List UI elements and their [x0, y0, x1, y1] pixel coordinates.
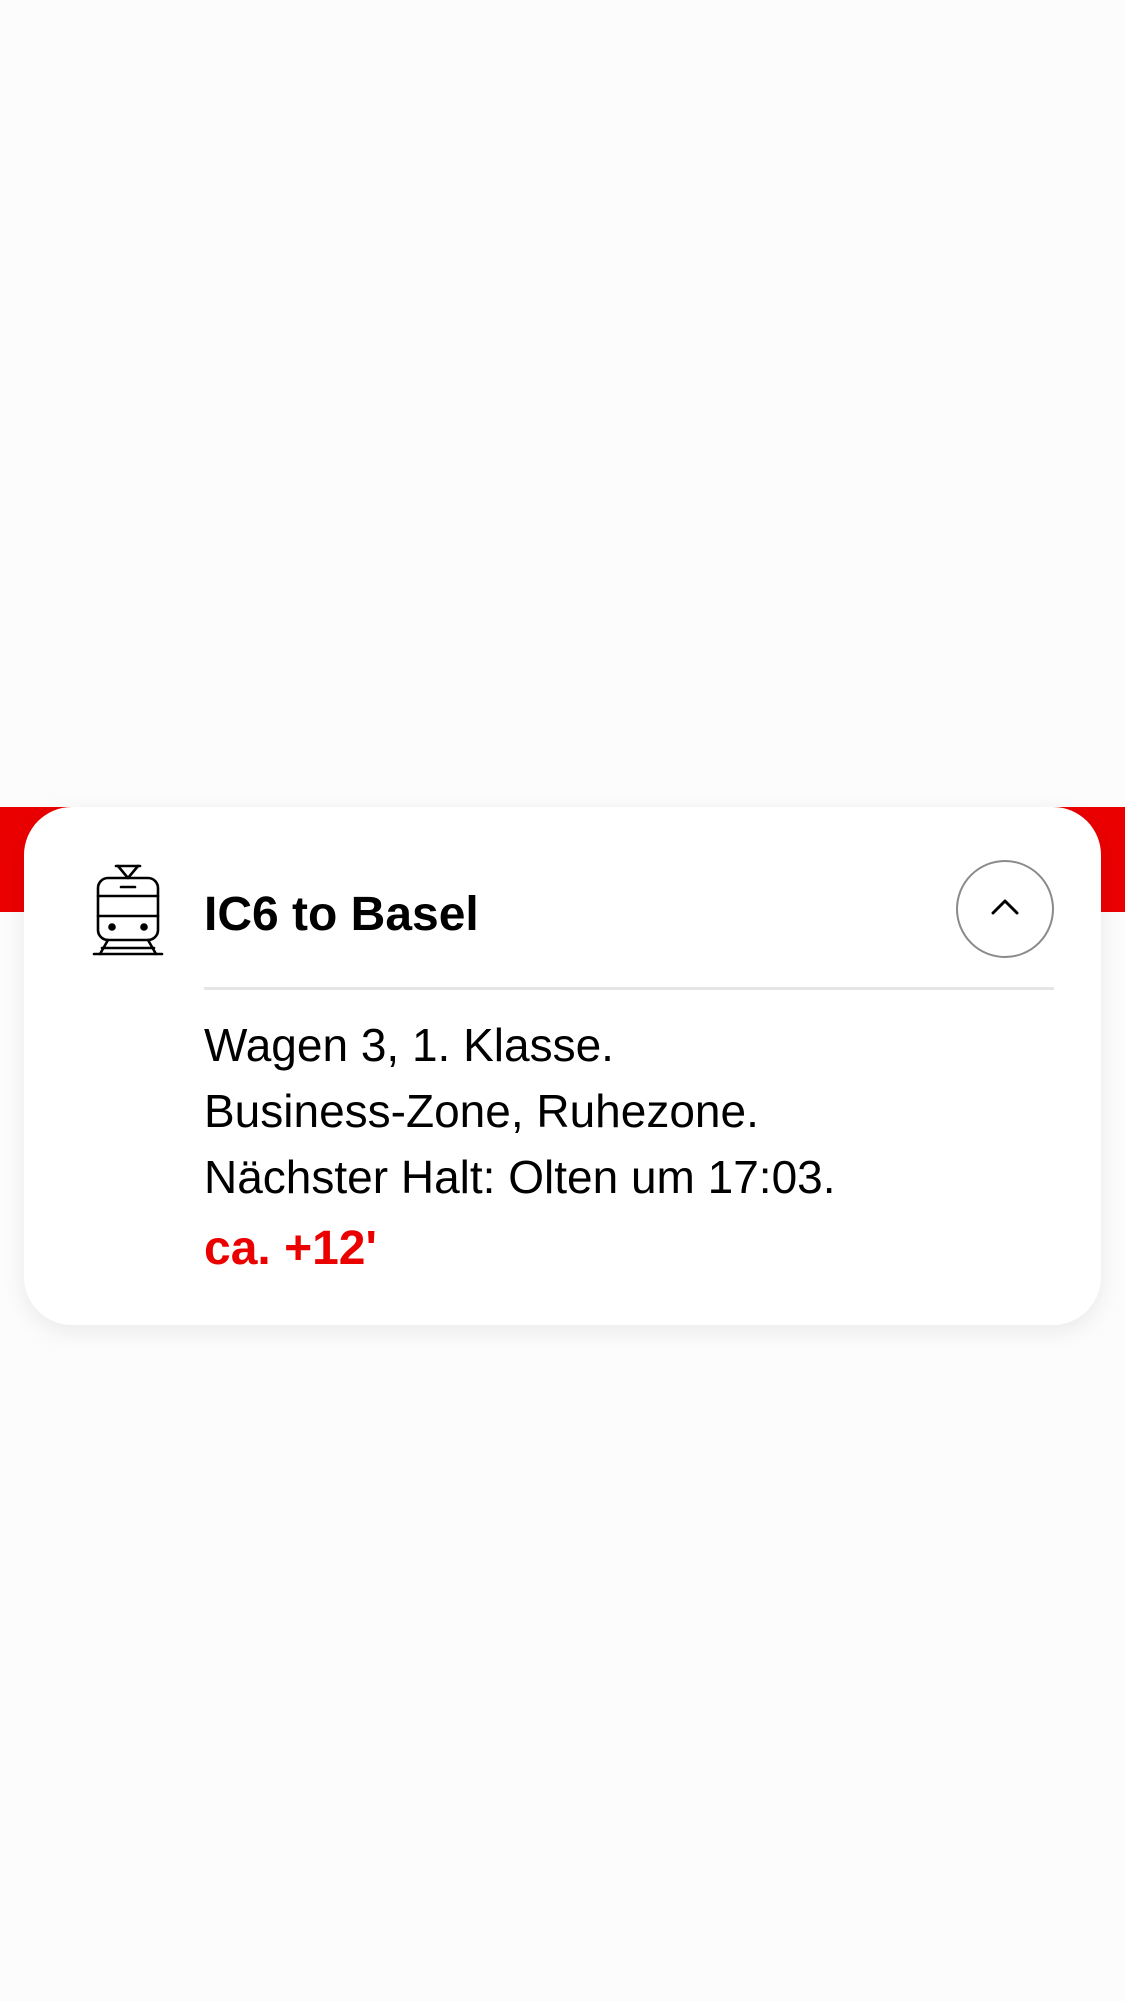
- journey-card: IC6 to Basel Wagen 3, 1. Klasse. Busines…: [24, 807, 1101, 1325]
- delay-badge: ca. +12': [204, 1222, 377, 1275]
- detail-zones: Business-Zone, Ruhezone.: [204, 1085, 759, 1137]
- divider: [204, 987, 1054, 990]
- chevron-up-icon: [990, 897, 1020, 922]
- journey-details: Wagen 3, 1. Klasse. Business-Zone, Ruhez…: [204, 1012, 1054, 1280]
- train-icon: [92, 862, 164, 958]
- detail-coach: Wagen 3, 1. Klasse.: [204, 1019, 614, 1071]
- detail-next-stop: Nächster Halt: Olten um 17:03.: [204, 1151, 836, 1203]
- collapse-button[interactable]: [956, 860, 1054, 958]
- train-title: IC6 to Basel: [204, 888, 479, 941]
